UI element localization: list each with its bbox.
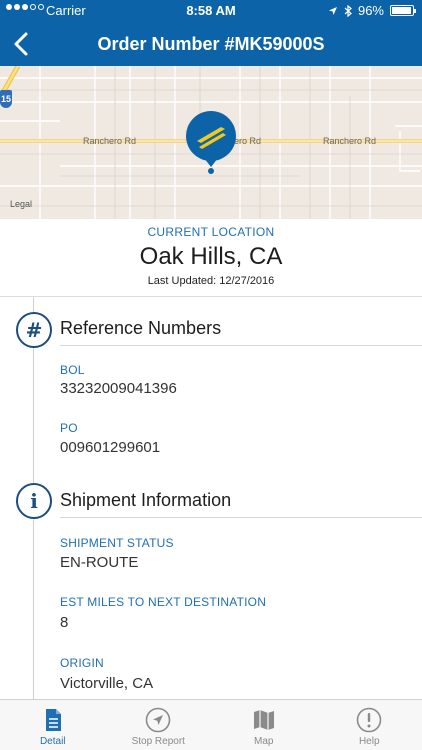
tab-help[interactable]: Help	[317, 700, 422, 750]
bol-label: BOL	[60, 363, 85, 377]
po-label: PO	[60, 421, 78, 435]
tab-detail[interactable]: Detail	[0, 700, 106, 750]
status-bar: Carrier 8:58 AM 96%	[0, 0, 422, 22]
tab-stop-report[interactable]: Stop Report	[106, 700, 212, 750]
highway-shield-icon: 15	[0, 90, 12, 108]
detail-content[interactable]: # Reference Numbers BOL 33232009041396 P…	[0, 297, 422, 699]
map-icon	[253, 710, 274, 730]
tab-label: Detail	[39, 736, 66, 747]
navigation-arrow-icon	[145, 707, 171, 733]
map-legal-link[interactable]: Legal	[10, 199, 32, 209]
tab-label: Stop Report	[131, 736, 185, 747]
section-divider	[60, 345, 422, 346]
location-pin-icon[interactable]	[185, 110, 237, 174]
reference-numbers-heading: Reference Numbers	[60, 318, 222, 338]
tab-map[interactable]: Map	[211, 700, 317, 750]
bluetooth-icon	[344, 4, 352, 17]
document-icon	[45, 709, 61, 731]
hash-icon: #	[16, 312, 52, 348]
tab-label: Help	[358, 736, 380, 747]
current-location-card: CURRENT LOCATION Oak Hills, CA Last Upda…	[0, 219, 422, 297]
origin-value: Victorville, CA	[60, 675, 154, 692]
page-title: Order Number #MK59000S	[97, 34, 325, 54]
current-location-city: Oak Hills, CA	[139, 243, 283, 270]
bol-value: 33232009041396	[60, 380, 177, 397]
navigation-bar: Order Number #MK59000S	[0, 22, 422, 66]
battery-icon	[390, 5, 416, 16]
location-arrow-icon	[328, 6, 337, 15]
battery-level	[392, 7, 411, 14]
shipment-information-heading: Shipment Information	[60, 490, 232, 510]
tab-bar: Detail Stop Report Map Help	[0, 699, 422, 750]
current-location-label: CURRENT LOCATION	[147, 225, 275, 239]
origin-label: ORIGIN	[60, 656, 104, 670]
shipment-status-label: SHIPMENT STATUS	[60, 536, 174, 550]
highway-shield-label: 15	[0, 94, 11, 104]
road-label: Ranchero Rd	[323, 136, 377, 146]
info-icon: i	[16, 483, 52, 519]
tab-label: Map	[254, 736, 274, 747]
exclamation-icon	[356, 707, 382, 733]
po-value: 009601299601	[60, 439, 161, 456]
est-miles-label: EST MILES TO NEXT DESTINATION	[60, 595, 267, 609]
last-updated: Last Updated: 12/27/2016	[147, 275, 275, 287]
shipment-status-value: EN-ROUTE	[60, 554, 139, 571]
est-miles-value: 8	[60, 614, 69, 631]
section-divider	[60, 517, 422, 518]
road-label: Ranchero Rd	[83, 136, 137, 146]
battery-percent: 96%	[357, 3, 384, 18]
